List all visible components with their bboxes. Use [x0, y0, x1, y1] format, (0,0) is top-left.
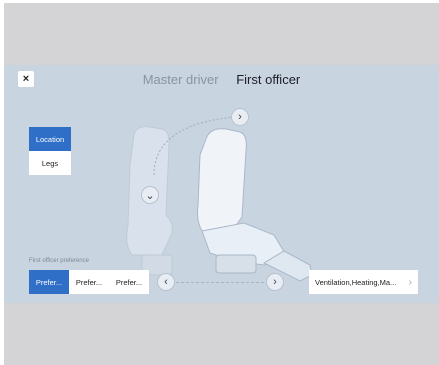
side-item-location[interactable]: Location	[29, 127, 71, 151]
preference-button-2[interactable]: Prefer...	[69, 270, 109, 294]
next-button[interactable]: ›	[266, 273, 284, 291]
app-frame: × Master driver First officer Location L…	[4, 3, 439, 365]
chevron-right-icon: ›	[238, 111, 242, 123]
expand-seat-button[interactable]: ⌄	[141, 186, 159, 204]
rotate-view-button[interactable]: ›	[231, 108, 249, 126]
prev-button[interactable]: ‹	[157, 273, 175, 291]
chevron-down-icon: ⌄	[145, 189, 155, 202]
preference-button-1[interactable]: Prefer...	[29, 270, 69, 294]
chevron-right-icon: ›	[408, 276, 412, 288]
slider-track	[176, 282, 269, 283]
seat-tabs: Master driver First officer	[4, 72, 439, 87]
chevron-right-icon: ›	[273, 276, 277, 288]
preference-group: Prefer... Prefer... Prefer...	[29, 270, 149, 294]
first-officer-seat	[197, 128, 313, 282]
seat-settings-panel: × Master driver First officer Location L…	[4, 65, 439, 303]
features-button[interactable]: Ventilation,Heating,Ma... ›	[309, 270, 418, 294]
side-item-legs[interactable]: Legs	[29, 151, 71, 175]
chevron-left-icon: ‹	[164, 276, 168, 288]
preference-label: First officer preference	[29, 258, 89, 264]
tab-master-driver[interactable]: Master driver	[143, 72, 219, 87]
tab-first-officer[interactable]: First officer	[236, 72, 300, 87]
adjust-area-list: Location Legs	[29, 127, 71, 175]
preference-button-3[interactable]: Prefer...	[109, 270, 149, 294]
features-label: Ventilation,Heating,Ma...	[315, 277, 397, 287]
